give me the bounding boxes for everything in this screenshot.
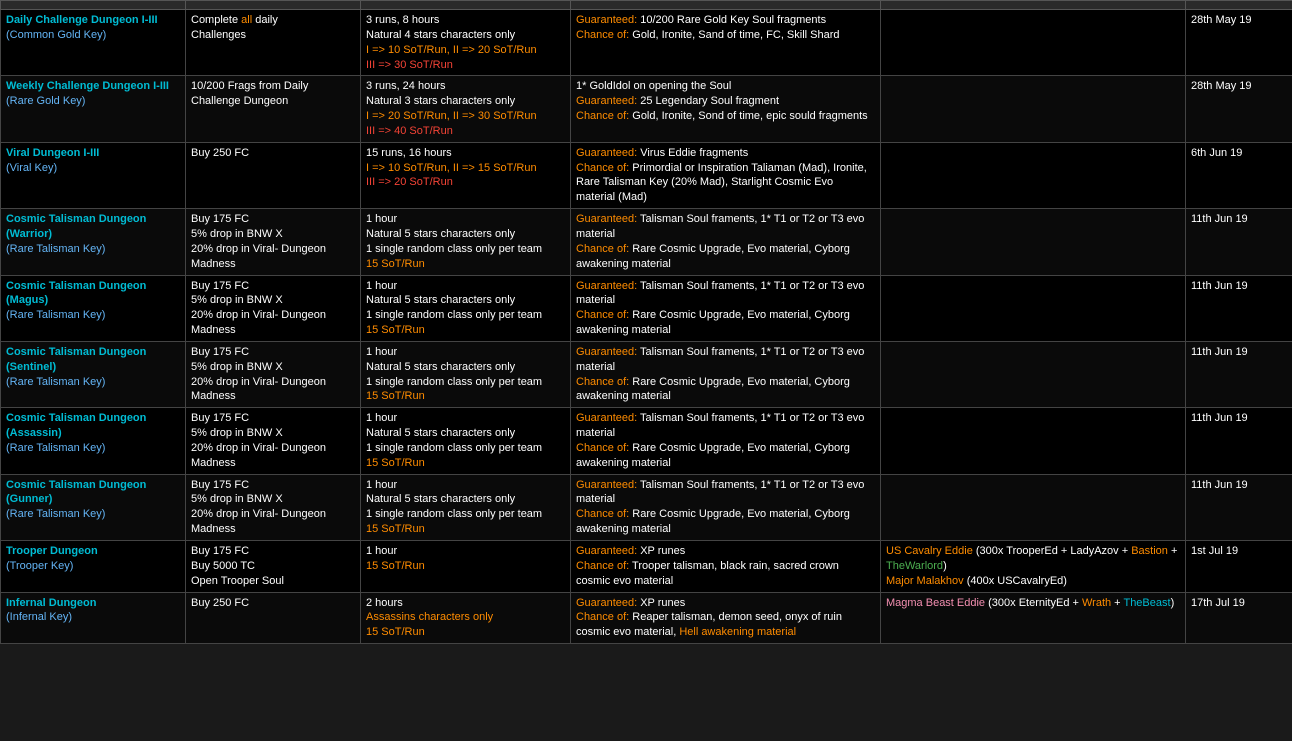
dungeon-cell: Cosmic Talisman Dungeon (Magus)(Rare Tal… <box>1 275 186 341</box>
introduced-cell: 6th Jun 19 <box>1186 142 1292 208</box>
header-introduced <box>1186 1 1292 10</box>
dungeon-cell: Cosmic Talisman Dungeon (Gunner)(Rare Ta… <box>1 474 186 540</box>
introduced-cell: 11th Jun 19 <box>1186 209 1292 275</box>
achievements-cell <box>881 275 1186 341</box>
level-cell: 1 hour15 SoT/Run <box>361 541 571 593</box>
level-cell: 2 hoursAssassins characters only15 SoT/R… <box>361 592 571 644</box>
introduced-cell: 11th Jun 19 <box>1186 341 1292 407</box>
header-rewards <box>571 1 881 10</box>
rewards-cell: Guaranteed: 10/200 Rare Gold Key Soul fr… <box>571 10 881 76</box>
rewards-cell: Guaranteed: Talisman Soul framents, 1* T… <box>571 341 881 407</box>
key-cell: Buy 250 FC <box>186 142 361 208</box>
key-cell: Buy 250 FC <box>186 592 361 644</box>
level-cell: 1 hourNatural 5 stars characters only1 s… <box>361 474 571 540</box>
header-achievements <box>881 1 1186 10</box>
achievements-cell: Magma Beast Eddie (300x EternityEd + Wra… <box>881 592 1186 644</box>
rewards-cell: Guaranteed: Talisman Soul framents, 1* T… <box>571 408 881 474</box>
level-cell: 1 hourNatural 5 stars characters only1 s… <box>361 408 571 474</box>
achievements-cell: US Cavalry Eddie (300x TrooperEd + LadyA… <box>881 541 1186 593</box>
level-cell: 1 hourNatural 5 stars characters only1 s… <box>361 275 571 341</box>
achievements-cell <box>881 408 1186 474</box>
dungeon-cell: Trooper Dungeon(Trooper Key) <box>1 541 186 593</box>
introduced-cell: 17th Jul 19 <box>1186 592 1292 644</box>
achievements-cell <box>881 10 1186 76</box>
key-cell: 10/200 Frags from Daily Challenge Dungeo… <box>186 76 361 142</box>
dungeon-cell: Cosmic Talisman Dungeon (Warrior)(Rare T… <box>1 209 186 275</box>
achievements-cell <box>881 341 1186 407</box>
rewards-cell: 1* GoldIdol on opening the SoulGuarantee… <box>571 76 881 142</box>
header-dungeon <box>1 1 186 10</box>
rewards-cell: Guaranteed: XP runesChance of: Trooper t… <box>571 541 881 593</box>
level-cell: 15 runs, 16 hoursI => 10 SoT/Run, II => … <box>361 142 571 208</box>
dungeon-cell: Cosmic Talisman Dungeon (Sentinel)(Rare … <box>1 341 186 407</box>
introduced-cell: 28th May 19 <box>1186 76 1292 142</box>
level-cell: 3 runs, 24 hoursNatural 3 stars characte… <box>361 76 571 142</box>
dungeon-cell: Weekly Challenge Dungeon I-III(Rare Gold… <box>1 76 186 142</box>
achievements-cell <box>881 142 1186 208</box>
introduced-cell: 11th Jun 19 <box>1186 474 1292 540</box>
key-cell: Buy 175 FC5% drop in BNW X20% drop in Vi… <box>186 474 361 540</box>
rewards-cell: Guaranteed: Virus Eddie fragmentsChance … <box>571 142 881 208</box>
key-cell: Complete all dailyChallenges <box>186 10 361 76</box>
key-cell: Buy 175 FC5% drop in BNW X20% drop in Vi… <box>186 209 361 275</box>
level-cell: 1 hourNatural 5 stars characters only1 s… <box>361 209 571 275</box>
rewards-cell: Guaranteed: Talisman Soul framents, 1* T… <box>571 209 881 275</box>
introduced-cell: 28th May 19 <box>1186 10 1292 76</box>
key-cell: Buy 175 FC5% drop in BNW X20% drop in Vi… <box>186 408 361 474</box>
rewards-cell: Guaranteed: Talisman Soul framents, 1* T… <box>571 474 881 540</box>
level-cell: 1 hourNatural 5 stars characters only1 s… <box>361 341 571 407</box>
level-cell: 3 runs, 8 hoursNatural 4 stars character… <box>361 10 571 76</box>
key-cell: Buy 175 FCBuy 5000 TCOpen Trooper Soul <box>186 541 361 593</box>
introduced-cell: 11th Jun 19 <box>1186 275 1292 341</box>
header-key <box>186 1 361 10</box>
key-cell: Buy 175 FC5% drop in BNW X20% drop in Vi… <box>186 275 361 341</box>
introduced-cell: 1st Jul 19 <box>1186 541 1292 593</box>
rewards-cell: Guaranteed: XP runesChance of: Reaper ta… <box>571 592 881 644</box>
dungeon-cell: Infernal Dungeon(Infernal Key) <box>1 592 186 644</box>
achievements-cell <box>881 209 1186 275</box>
dungeon-cell: Daily Challenge Dungeon I-III(Common Gol… <box>1 10 186 76</box>
achievements-cell <box>881 474 1186 540</box>
achievements-cell <box>881 76 1186 142</box>
rewards-cell: Guaranteed: Talisman Soul framents, 1* T… <box>571 275 881 341</box>
dungeon-cell: Viral Dungeon I-III(Viral Key) <box>1 142 186 208</box>
introduced-cell: 11th Jun 19 <box>1186 408 1292 474</box>
dungeon-cell: Cosmic Talisman Dungeon (Assassin)(Rare … <box>1 408 186 474</box>
key-cell: Buy 175 FC5% drop in BNW X20% drop in Vi… <box>186 341 361 407</box>
header-level <box>361 1 571 10</box>
